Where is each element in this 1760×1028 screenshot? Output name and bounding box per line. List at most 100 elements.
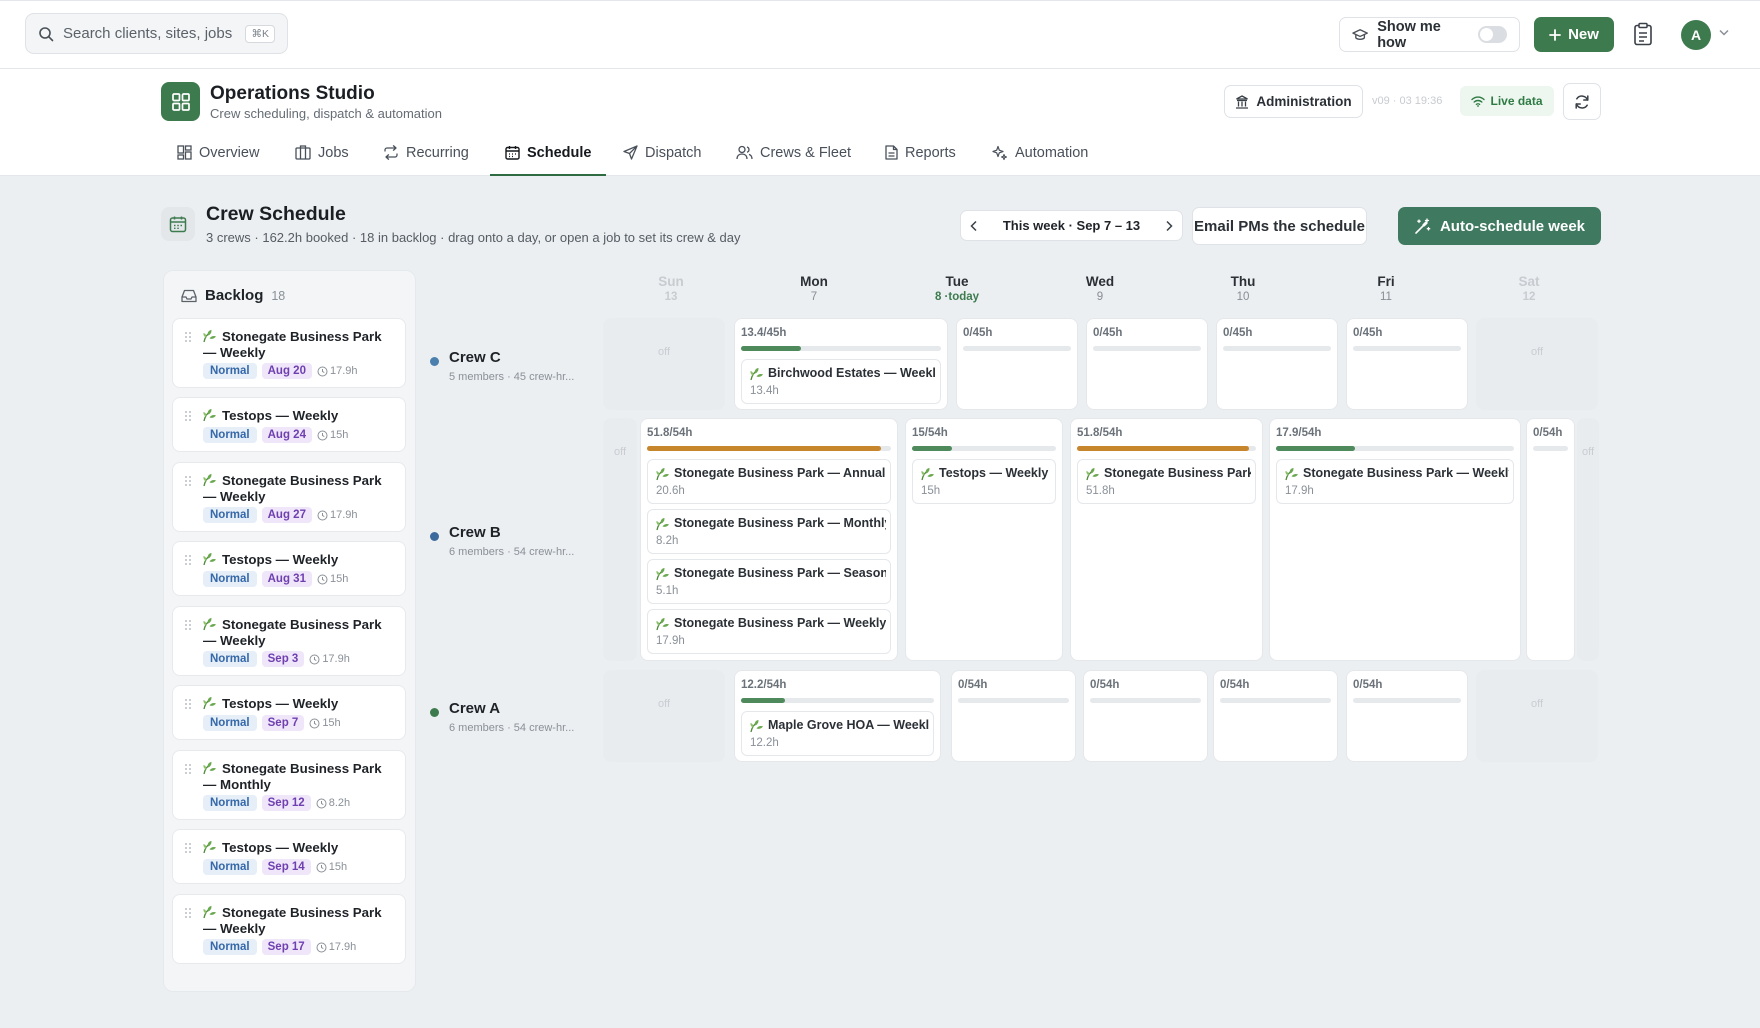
day-cell[interactable]: 51.8/54h Stonegate Business Park — Annual… (640, 418, 898, 661)
due-date-badge: Sep 12 (261, 795, 311, 811)
backlog-card[interactable]: Stonegate Business Park — Weekly Normal Au… (172, 318, 406, 388)
drag-handle-icon[interactable] (184, 763, 192, 775)
day-cell[interactable]: 0/45h (1086, 318, 1208, 410)
leaf-icon (656, 618, 669, 631)
duration-value: 17.9h (328, 941, 357, 953)
drag-handle-icon[interactable] (184, 475, 192, 487)
clock-icon (316, 798, 327, 808)
backlog-card-title: Stonegate Business Park — Weekly (203, 617, 382, 648)
backlog-card[interactable]: Testops — Weekly Normal Sep 14 15h (172, 829, 406, 884)
email-pms-button[interactable]: Email PMs the schedule (1192, 207, 1367, 245)
day-date: 9 (1096, 291, 1104, 303)
drag-handle-icon[interactable] (184, 619, 192, 631)
day-cell[interactable]: 17.9/54h Stonegate Business Park — Weekly… (1269, 418, 1521, 661)
job-hours: 8.2h (656, 535, 679, 547)
tab-crews-fleet[interactable]: Crews & Fleet (736, 139, 851, 176)
chevron-down-icon[interactable] (1719, 29, 1729, 36)
backlog-card[interactable]: Stonegate Business Park — Weekly Normal Se… (172, 606, 406, 676)
backlog-card[interactable]: Stonegate Business Park — Monthly Normal S… (172, 750, 406, 820)
drag-handle-icon[interactable] (184, 698, 192, 710)
backlog-card[interactable]: Testops — Weekly Normal Aug 31 15h (172, 541, 406, 596)
new-button[interactable]: New (1534, 17, 1614, 52)
tab-jobs[interactable]: Jobs (295, 139, 349, 176)
administration-button[interactable]: Administration (1224, 85, 1363, 118)
day-date: 8 ·today (934, 291, 980, 303)
due-date-badge: Aug 24 (261, 427, 312, 443)
day-cell[interactable]: 0/54h (1346, 670, 1468, 762)
graduation-cap-icon (1352, 28, 1368, 40)
auto-schedule-button[interactable]: Auto-schedule week (1398, 207, 1601, 245)
priority-badge: Normal (203, 651, 257, 667)
day-cell[interactable]: 0/45h (956, 318, 1078, 410)
leaf-icon (750, 368, 763, 381)
day-cell-off[interactable]: off (1577, 418, 1599, 661)
refresh-button[interactable] (1563, 83, 1601, 120)
priority-badge: Normal (203, 363, 257, 379)
day-cell[interactable]: 0/54h (1213, 670, 1338, 762)
tab-recurring[interactable]: Recurring (383, 139, 469, 176)
duration-value: 15h (328, 861, 348, 873)
week-label: This week · Sep 7 – 13 (1002, 218, 1141, 233)
send-icon (623, 145, 638, 160)
day-cell[interactable]: 0/45h (1216, 318, 1338, 410)
backlog-card[interactable]: Testops — Weekly Normal Sep 7 15h (172, 685, 406, 740)
duration: 17.9h (309, 653, 350, 665)
toggle-switch[interactable] (1478, 26, 1507, 43)
day-cell-off[interactable]: off (1476, 670, 1598, 762)
tab-automation[interactable]: Automation (992, 139, 1088, 176)
day-cell[interactable]: 12.2/54h Maple Grove HOA — Weekly 12.2h (734, 670, 941, 762)
job-card[interactable]: Stonegate Business Park — Seasonal 5.1h (647, 559, 891, 604)
crew-name: Crew C (449, 349, 501, 366)
drag-handle-icon[interactable] (184, 842, 192, 854)
show-me-how-toggle[interactable]: Show me how (1339, 17, 1520, 52)
job-card[interactable]: Stonegate Business Park — Annual 20.6h (647, 459, 891, 504)
tab-dispatch[interactable]: Dispatch (623, 139, 701, 176)
day-cell[interactable]: 0/54h (951, 670, 1076, 762)
job-card[interactable]: Stonegate Business Park — Weekly 17.9h (647, 609, 891, 654)
chevron-left-icon[interactable] (970, 220, 978, 232)
tab-reports[interactable]: Reports (885, 139, 956, 176)
chevron-right-icon[interactable] (1165, 220, 1173, 232)
day-cell-off[interactable]: off (1476, 318, 1598, 410)
search-input[interactable]: Search clients, sites, jobs ⌘K (25, 13, 288, 54)
tab-schedule[interactable]: Schedule (490, 139, 606, 176)
day-cell-off[interactable]: off (603, 318, 725, 410)
due-date-badge: Aug 27 (261, 507, 312, 523)
building-icon (1236, 94, 1249, 109)
drag-handle-icon[interactable] (184, 554, 192, 566)
drag-handle-icon[interactable] (184, 907, 192, 919)
priority-badge: Normal (203, 939, 257, 955)
due-date-badge: Aug 31 (261, 571, 312, 587)
day-cell[interactable]: 51.8/54h Stonegate Business Park — Weekly… (1070, 418, 1263, 661)
job-card[interactable]: Stonegate Business Park — Weekly 17.9h (1276, 459, 1514, 504)
off-label: off (1530, 346, 1544, 358)
duration-value: 8.2h (328, 797, 351, 809)
drag-handle-icon[interactable] (184, 331, 192, 343)
backlog-card[interactable]: Stonegate Business Park — Weekly Normal Se… (172, 894, 406, 964)
day-cell[interactable]: 0/54h (1526, 418, 1575, 661)
duration-value: 17.9h (322, 653, 350, 665)
capacity-bar-fill (741, 698, 786, 703)
day-cell[interactable]: 15/54h Testops — Weekly 15h (905, 418, 1063, 661)
tab-overview[interactable]: Overview (177, 139, 259, 176)
day-cell[interactable]: 0/45h (1346, 318, 1468, 410)
drag-handle-icon[interactable] (184, 410, 192, 422)
leaf-icon-wrap (920, 467, 935, 481)
job-card[interactable]: Stonegate Business Park — Monthly 8.2h (647, 509, 891, 554)
priority-badge: Normal (203, 507, 257, 523)
avatar[interactable]: A (1681, 20, 1711, 50)
day-cell[interactable]: 13.4/45h Birchwood Estates — Weekly 13.4h (734, 318, 948, 410)
job-card[interactable]: Stonegate Business Park — Weekly 51.8h (1077, 459, 1256, 504)
capacity-label: 51.8/54h (647, 427, 693, 439)
backlog-card[interactable]: Testops — Weekly Normal Aug 24 15h (172, 397, 406, 452)
day-cell[interactable]: 0/54h (1083, 670, 1208, 762)
job-card[interactable]: Birchwood Estates — Weekly 13.4h (741, 359, 941, 404)
clipboard-icon[interactable] (1632, 22, 1656, 48)
job-card[interactable]: Testops — Weekly 15h (912, 459, 1056, 504)
capacity-bar (1353, 346, 1461, 351)
day-cell-off[interactable]: off (603, 418, 637, 661)
day-cell-off[interactable]: off (603, 670, 725, 762)
job-card[interactable]: Maple Grove HOA — Weekly 12.2h (741, 711, 934, 756)
day-header-fri: Fri 11 (1326, 274, 1446, 303)
backlog-card[interactable]: Stonegate Business Park — Weekly Normal Au… (172, 462, 406, 532)
